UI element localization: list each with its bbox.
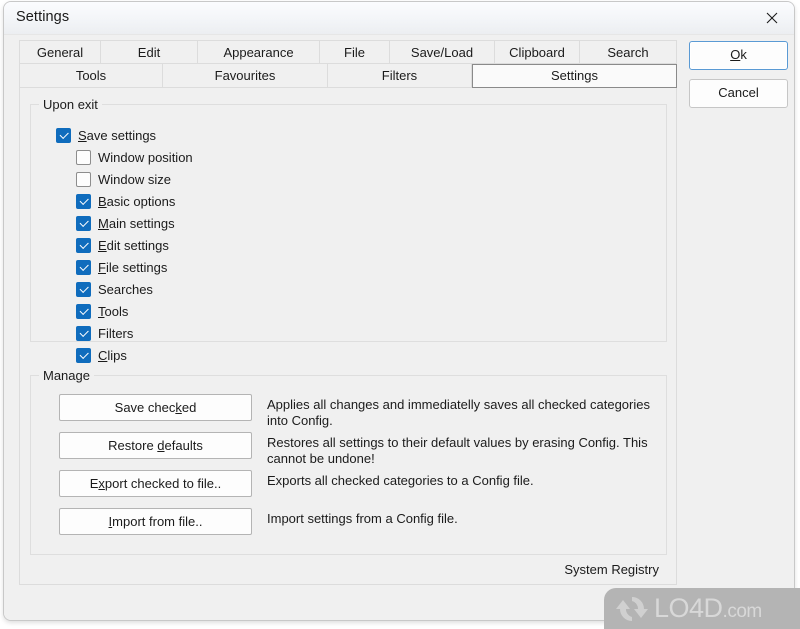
- dialog-client-area: General Edit Appearance File Save/Load Clipbo…: [4, 35, 794, 620]
- tab-settings[interactable]: Settings: [472, 64, 677, 88]
- tab-general[interactable]: General: [19, 40, 101, 64]
- checkmark-icon: [76, 193, 91, 209]
- description-import-from-file: Import settings from a Config file.: [267, 511, 458, 526]
- checkbox-tools[interactable]: Tools: [76, 301, 128, 321]
- lo4d-watermark: LO4D.com: [604, 588, 800, 629]
- checkbox-edit-settings[interactable]: Edit settings: [76, 235, 169, 255]
- checkbox-label: Window size: [98, 171, 171, 187]
- tab-label: File: [344, 45, 365, 60]
- button-import-from-file[interactable]: Import from file..: [59, 508, 252, 535]
- checkbox-clips[interactable]: Clips: [76, 345, 127, 365]
- checkbox-label: Edit settings: [98, 237, 169, 253]
- cancel-button[interactable]: Cancel: [689, 79, 788, 108]
- checkbox-main-settings[interactable]: Main settings: [76, 213, 175, 233]
- tab-filters[interactable]: Filters: [328, 64, 472, 88]
- checkbox-label: Main settings: [98, 215, 175, 231]
- tab-tools[interactable]: Tools: [19, 64, 163, 88]
- tab-clipboard[interactable]: Clipboard: [495, 40, 580, 64]
- tab-row-1: General Edit Appearance File Save/Load Clipbo…: [19, 40, 677, 64]
- checkbox-window-position[interactable]: Window position: [76, 147, 193, 167]
- checkmark-icon: [76, 237, 91, 253]
- checkmark-icon: [76, 281, 91, 297]
- checkbox-window-size[interactable]: Window size: [76, 169, 171, 189]
- checkbox-empty-icon: [76, 149, 91, 165]
- tab-label: Tools: [75, 68, 107, 83]
- watermark-domain: .com: [722, 601, 763, 622]
- title-bar: Settings: [4, 2, 794, 35]
- refresh-circle-icon: [616, 596, 648, 621]
- tab-panel-settings: Upon exit Save settings Window position Wi…: [19, 88, 677, 585]
- checkbox-label: File settings: [98, 259, 168, 275]
- checkbox-label: Searches: [98, 281, 153, 297]
- tab-label: Save/Load: [410, 45, 474, 60]
- tab-search[interactable]: Search: [580, 40, 677, 64]
- system-registry-label: System Registry: [564, 562, 659, 577]
- tab-label: Clipboard: [509, 45, 565, 60]
- description-restore-defaults: Restores all settings to their default v…: [267, 435, 648, 466]
- manage-group: Manage Save checked Applies all changes a…: [30, 368, 667, 555]
- settings-dialog: Settings General Edit Appearance File Save/L…: [3, 1, 795, 621]
- button-export-checked-to-file[interactable]: Export checked to file..: [59, 470, 252, 497]
- tab-favourites[interactable]: Favourites: [163, 64, 328, 88]
- tab-label: Settings: [551, 68, 598, 83]
- tab-label: Search: [607, 45, 649, 60]
- tab-save-load[interactable]: Save/Load: [390, 40, 495, 64]
- window-title: Settings: [16, 9, 70, 25]
- description-export-checked-to-file: Exports all checked categories to a Conf…: [267, 473, 534, 488]
- checkmark-icon: [76, 215, 91, 231]
- checkmark-icon: [76, 259, 91, 275]
- tab-label: Appearance: [223, 45, 294, 60]
- tab-label: Edit: [137, 45, 161, 60]
- watermark-brand: LO4D: [654, 593, 723, 623]
- tab-row-2: Tools Favourites Filters Settings: [19, 64, 677, 88]
- checkmark-icon: [76, 325, 91, 341]
- tab-file[interactable]: File: [320, 40, 390, 64]
- description-save-checked: Applies all changes and immediatelly sav…: [267, 397, 650, 428]
- upon-exit-legend: Upon exit: [39, 97, 102, 112]
- tab-control: General Edit Appearance File Save/Load Clipbo…: [19, 40, 677, 585]
- checkbox-searches[interactable]: Searches: [76, 279, 153, 299]
- watermark-text: LO4D.com: [654, 593, 762, 624]
- ok-button[interactable]: Ok: [689, 41, 788, 70]
- checkbox-empty-icon: [76, 171, 91, 187]
- checkmark-icon: [76, 347, 91, 363]
- button-restore-defaults[interactable]: Restore defaults: [59, 432, 252, 459]
- checkmark-icon: [56, 127, 71, 143]
- checkbox-file-settings[interactable]: File settings: [76, 257, 167, 277]
- tab-label: General: [36, 45, 84, 60]
- checkbox-label: Save settings: [78, 127, 157, 143]
- checkbox-basic-options[interactable]: Basic options: [76, 191, 175, 211]
- checkbox-label: Clips: [98, 347, 127, 363]
- checkmark-icon: [76, 303, 91, 319]
- tab-edit[interactable]: Edit: [101, 40, 198, 64]
- tab-appearance[interactable]: Appearance: [198, 40, 320, 64]
- checkbox-filters[interactable]: Filters: [76, 323, 133, 343]
- button-save-checked[interactable]: Save checked: [59, 394, 252, 421]
- upon-exit-group: Upon exit Save settings Window position Wi…: [30, 97, 667, 363]
- checkbox-label: Tools: [98, 303, 129, 319]
- manage-legend: Manage: [39, 368, 94, 383]
- checkbox-save-settings[interactable]: Save settings: [56, 125, 156, 145]
- tab-label: Favourites: [214, 68, 276, 83]
- checkbox-label: Window position: [98, 149, 193, 165]
- tab-label: Filters: [381, 68, 418, 83]
- close-icon[interactable]: [749, 2, 794, 34]
- checkbox-label: Basic options: [98, 193, 176, 209]
- checkbox-label: Filters: [98, 325, 134, 341]
